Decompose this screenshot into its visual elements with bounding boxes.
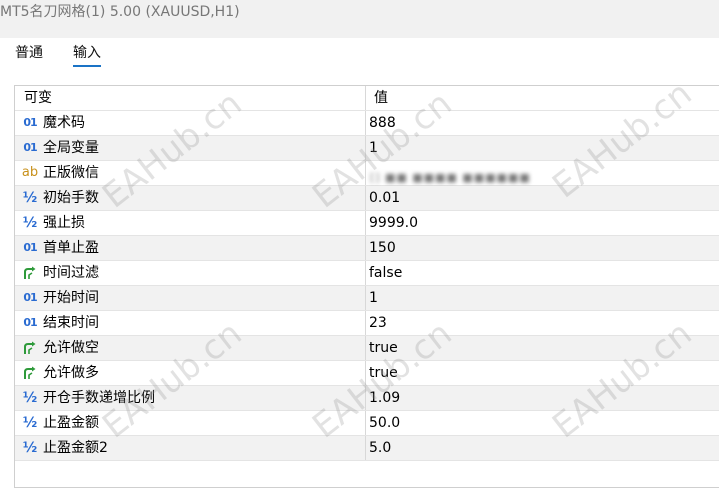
table-row[interactable]: 01 魔术码 888 (15, 111, 719, 136)
parameter-value-cell[interactable]: [] ■■ ■■■■ ■■■■■■ (366, 161, 719, 185)
parameter-value: 150 (369, 240, 396, 256)
parameter-name-cell[interactable]: 允许做多 (15, 361, 366, 385)
tab-inputs[interactable]: 输入 (73, 42, 101, 67)
parameter-value-cell[interactable]: 50.0 (366, 411, 719, 435)
parameter-value: 1.09 (369, 390, 401, 406)
parameter-name-cell[interactable]: ½ 开仓手数递增比例 (15, 386, 366, 410)
int-type-icon: 01 (23, 316, 37, 329)
column-header-value[interactable]: 值 (366, 86, 719, 110)
inputs-table: 可变 值 01 魔术码 888 01 全局变量 1 ab 正版微信 [] ■■ ■■■■ ■■■… (14, 85, 719, 488)
parameter-name-cell[interactable]: 01 全局变量 (15, 136, 366, 160)
parameter-name: 正版微信 (43, 165, 99, 181)
parameter-value-cell[interactable]: 23 (366, 311, 719, 335)
int-type-icon: 01 (23, 116, 37, 129)
string-type-icon: ab (21, 165, 39, 180)
parameter-value-cell[interactable]: 1 (366, 286, 719, 310)
parameter-name: 止盈金额2 (43, 440, 108, 456)
window-titlebar: MT5名刀网格(1) 5.00 (XAUUSD,H1) (0, 0, 719, 38)
table-row[interactable]: 01 结束时间 23 (15, 311, 719, 336)
int-type-icon: 01 (23, 241, 37, 254)
blurred-value: [] ■■ ■■■■ ■■■■■■ (370, 171, 531, 184)
parameter-value: 9999.0 (369, 215, 418, 231)
tab-common[interactable]: 普通 (15, 42, 43, 66)
parameter-name-cell[interactable]: 01 魔术码 (15, 111, 366, 135)
bool-type-icon (20, 261, 40, 285)
parameter-name-cell[interactable]: ½ 强止损 (15, 211, 366, 235)
table-row[interactable]: ½ 开仓手数递增比例 1.09 (15, 386, 719, 411)
parameter-name: 强止损 (43, 215, 85, 231)
parameter-value-cell[interactable]: 150 (366, 236, 719, 260)
parameter-value: 888 (369, 115, 396, 131)
window-title: MT5名刀网格(1) 5.00 (XAUUSD,H1) (0, 4, 240, 20)
parameter-value-cell[interactable]: true (366, 361, 719, 385)
parameter-value: 50.0 (369, 415, 401, 431)
table-row[interactable]: 01 全局变量 1 (15, 136, 719, 161)
parameter-name-cell[interactable]: 01 结束时间 (15, 311, 366, 335)
parameter-name: 时间过滤 (43, 265, 99, 281)
table-row[interactable]: ½ 强止损 9999.0 (15, 211, 719, 236)
parameter-name: 初始手数 (43, 190, 99, 206)
parameter-value: 0.01 (369, 190, 401, 206)
parameter-value-cell[interactable]: 0.01 (366, 186, 719, 210)
parameter-name-cell[interactable]: 时间过滤 (15, 261, 366, 285)
parameter-value-cell[interactable]: 5.0 (366, 436, 719, 460)
table-row[interactable]: ½ 初始手数 0.01 (15, 186, 719, 211)
parameter-value-cell[interactable]: true (366, 336, 719, 360)
table-row[interactable]: 01 首单止盈 150 (15, 236, 719, 261)
parameter-name-cell[interactable]: 01 首单止盈 (15, 236, 366, 260)
parameter-value: true (369, 365, 398, 381)
parameter-name: 首单止盈 (43, 240, 99, 256)
parameter-name: 开仓手数递增比例 (43, 390, 155, 406)
parameter-name: 结束时间 (43, 315, 99, 331)
table-row[interactable]: ½ 止盈金额2 5.0 (15, 436, 719, 461)
parameter-value-cell[interactable]: 9999.0 (366, 211, 719, 235)
parameter-value-cell[interactable]: false (366, 261, 719, 285)
double-type-icon: ½ (22, 415, 38, 431)
parameter-value: 23 (369, 315, 387, 331)
table-row[interactable]: 允许做多 true (15, 361, 719, 386)
parameter-name-cell[interactable]: ½ 止盈金额2 (15, 436, 366, 460)
table-row[interactable]: 允许做空 true (15, 336, 719, 361)
table-row[interactable]: ½ 止盈金额 50.0 (15, 411, 719, 436)
parameter-value: 1 (369, 140, 378, 156)
parameter-value-cell[interactable]: 1 (366, 136, 719, 160)
table-row[interactable]: 01 开始时间 1 (15, 286, 719, 311)
parameter-value: 1 (369, 290, 378, 306)
parameter-name-cell[interactable]: ½ 止盈金额 (15, 411, 366, 435)
double-type-icon: ½ (22, 440, 38, 456)
parameter-name: 允许做多 (43, 365, 99, 381)
parameter-name: 全局变量 (43, 140, 99, 156)
parameter-value: 5.0 (369, 440, 392, 456)
tab-bar: 普通 输入 (0, 38, 719, 68)
parameter-name-cell[interactable]: 允许做空 (15, 336, 366, 360)
bool-type-icon (20, 336, 40, 360)
column-header-variable-label: 可变 (24, 90, 52, 106)
parameter-value-cell[interactable]: 888 (366, 111, 719, 135)
parameter-name-cell[interactable]: ½ 初始手数 (15, 186, 366, 210)
parameter-name: 允许做空 (43, 340, 99, 356)
parameter-name: 开始时间 (43, 290, 99, 306)
bool-type-icon (20, 361, 40, 385)
double-type-icon: ½ (22, 390, 38, 406)
double-type-icon: ½ (22, 190, 38, 206)
parameter-value: false (369, 265, 403, 281)
parameter-name-cell[interactable]: 01 开始时间 (15, 286, 366, 310)
int-type-icon: 01 (23, 291, 37, 304)
parameter-name: 魔术码 (43, 115, 85, 131)
column-header-variable[interactable]: 可变 (15, 86, 366, 110)
parameter-name: 止盈金额 (43, 415, 99, 431)
parameter-name-cell[interactable]: ab 正版微信 (15, 161, 366, 185)
int-type-icon: 01 (23, 141, 37, 154)
table-header: 可变 值 (15, 86, 719, 111)
table-row[interactable]: ab 正版微信 [] ■■ ■■■■ ■■■■■■ (15, 161, 719, 186)
column-header-value-label: 值 (374, 90, 388, 106)
parameter-value-cell[interactable]: 1.09 (366, 386, 719, 410)
table-row[interactable]: 时间过滤 false (15, 261, 719, 286)
double-type-icon: ½ (22, 215, 38, 231)
parameter-value: true (369, 340, 398, 356)
